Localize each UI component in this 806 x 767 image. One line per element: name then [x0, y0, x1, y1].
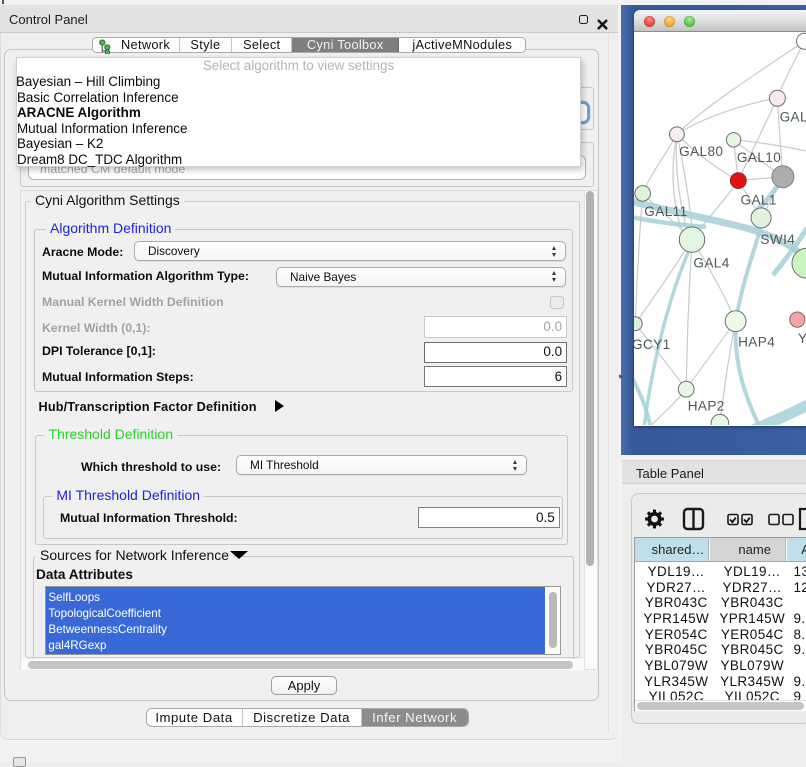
svg-text:Y: Y — [798, 331, 806, 346]
svg-text:GAL: GAL — [780, 109, 806, 124]
svg-text:GAL80: GAL80 — [679, 144, 723, 159]
svg-text:GCY1: GCY1 — [634, 337, 671, 352]
svg-text:GAL1: GAL1 — [740, 192, 776, 207]
svg-text:HAP2: HAP2 — [688, 398, 725, 413]
svg-text:GAL4: GAL4 — [693, 255, 729, 270]
svg-text:SWI4: SWI4 — [760, 232, 795, 247]
svg-text:GAL11: GAL11 — [644, 204, 687, 219]
svg-text:GAL10: GAL10 — [737, 150, 781, 165]
svg-text:HAP4: HAP4 — [738, 334, 775, 349]
